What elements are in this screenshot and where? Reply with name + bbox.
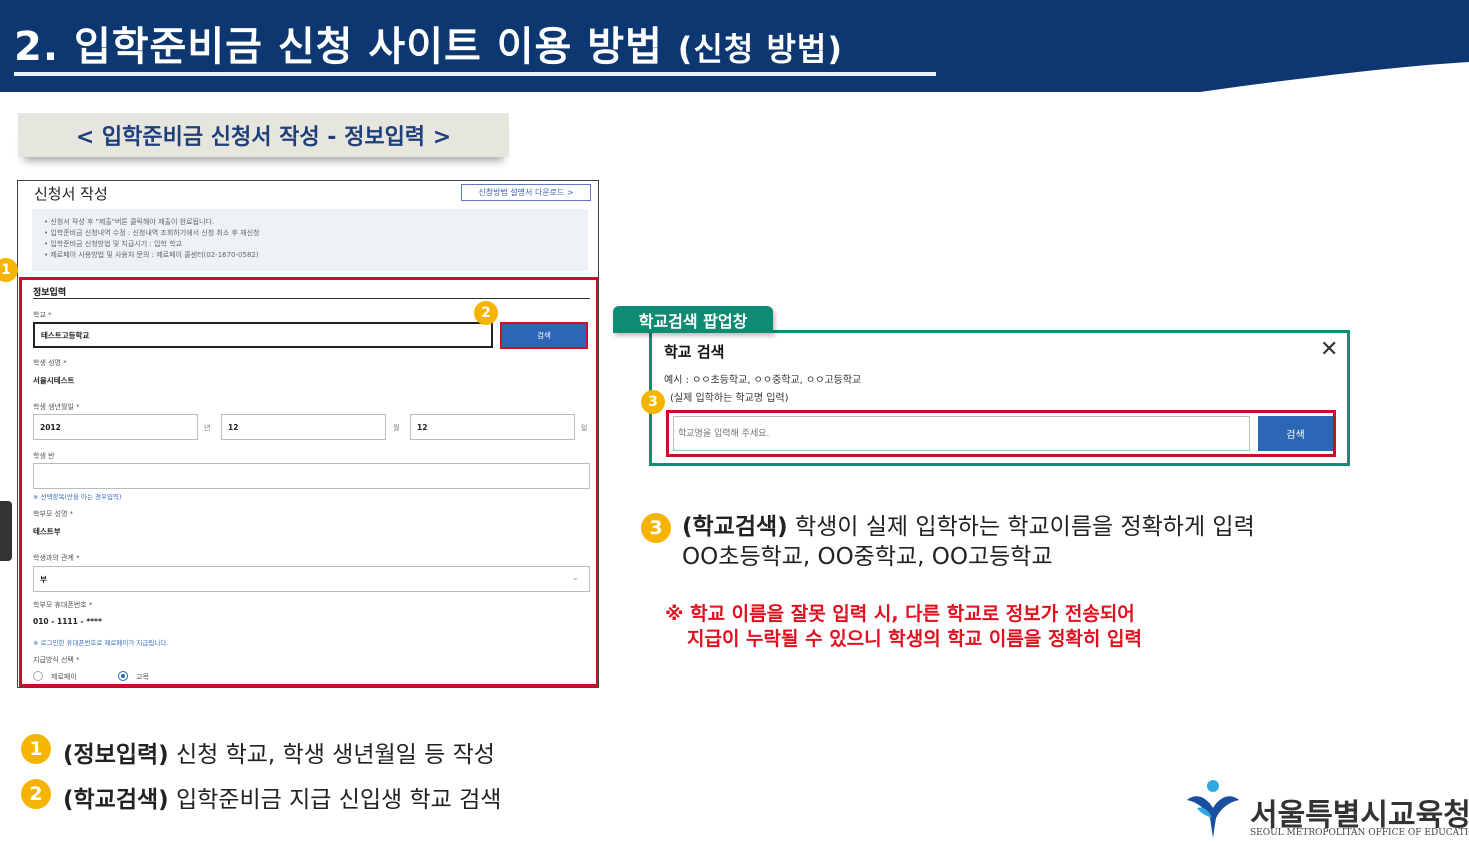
badge-3: 3 xyxy=(641,390,665,414)
notice-line: • 입학준비금 신청내역 수정 : 신청내역 조회하기에서 신청 취소 후 재신… xyxy=(44,229,260,237)
logo-subtitle: SEOUL METROPOLITAN OFFICE OF EDUCATION xyxy=(1250,828,1469,838)
seoul-education-logo-icon xyxy=(1187,780,1239,838)
explanation-3-line2: OO초등학교, OO중학교, OO고등학교 xyxy=(682,544,1053,570)
warning-line-2: 지급이 누락될 수 있으니 학생의 학교 이름을 정확히 입력 xyxy=(687,628,1142,650)
notice-box: • 신청서 작성 후 "제출"버튼 클릭해야 제출이 완료됩니다. • 입학준비… xyxy=(32,209,588,271)
badge-2-explanation: 2 xyxy=(21,779,51,809)
explanation-1: (정보입력) 신청 학교, 학생 생년월일 등 작성 xyxy=(63,735,495,769)
application-form: 신청서 작성 신청방법 설명서 다운로드 > • 신청서 작성 후 "제출"버튼… xyxy=(17,180,599,688)
warning-text: ※ 학교 이름을 잘못 입력 시, 다른 학교로 정보가 전송되어 지급이 누락… xyxy=(665,602,1142,652)
side-scroll-tab[interactable] xyxy=(0,501,12,561)
notice-line: • 신청서 작성 후 "제출"버튼 클릭해야 제출이 완료됩니다. xyxy=(44,218,215,226)
badge-1: 1 xyxy=(0,258,18,282)
school-name-input[interactable] xyxy=(673,416,1250,451)
explanation-3-bold: (학교검색) xyxy=(682,514,788,540)
close-icon[interactable]: ✕ xyxy=(1320,337,1338,362)
info-input-highlight xyxy=(19,277,598,687)
explanation-1-text: 신청 학교, 학생 생년월일 등 작성 xyxy=(168,742,495,768)
popup-input-highlight: 검색 xyxy=(666,410,1336,457)
popup-example: 예시 : ㅇㅇ초등학교, ㅇㅇ중학교, ㅇㅇ고등학교 xyxy=(664,375,862,386)
page-title-text: 2. 입학준비금 신청 사이트 이용 방법 xyxy=(14,24,663,70)
popup-search-button[interactable]: 검색 xyxy=(1258,416,1333,451)
badge-2: 2 xyxy=(474,301,498,325)
notice-line: • 입학준비금 신청방법 및 지급시기 : 입학 학교 xyxy=(44,240,182,248)
header-banner: 2. 입학준비금 신청 사이트 이용 방법 (신청 방법) xyxy=(0,0,1469,92)
explanation-3-text: 학생이 실제 입학하는 학교이름을 정확하게 입력 xyxy=(787,514,1255,540)
explanation-2: (학교검색) 입학준비금 지급 신입생 학교 검색 xyxy=(63,780,501,814)
guide-download-button[interactable]: 신청방법 설명서 다운로드 > xyxy=(461,184,591,201)
section-label: < 입학준비금 신청서 작성 - 정보입력 > xyxy=(18,113,509,157)
explanation-2-text: 입학준비금 지급 신입생 학교 검색 xyxy=(168,787,502,813)
explanation-1-bold: (정보입력) xyxy=(63,742,169,768)
form-title: 신청서 작성 xyxy=(34,185,108,203)
warning-line-1: ※ 학교 이름을 잘못 입력 시, 다른 학교로 정보가 전송되어 xyxy=(665,603,1135,625)
popup-tag-label: 학교검색 팝업창 xyxy=(613,306,773,333)
popup-title: 학교 검색 xyxy=(664,343,725,361)
badge-3-explanation: 3 xyxy=(641,513,671,543)
notice-line: • 제로페이 사용방법 및 사용처 문의 : 제로페이 콜센터(02-1670-… xyxy=(44,251,259,259)
popup-example-note: (실제 입학하는 학교명 입력) xyxy=(670,393,789,404)
header-underline xyxy=(14,72,936,76)
page-title-suffix: (신청 방법) xyxy=(677,30,843,68)
explanation-2-bold: (학교검색) xyxy=(63,787,169,813)
badge-1-explanation: 1 xyxy=(21,734,51,764)
page-title: 2. 입학준비금 신청 사이트 이용 방법 (신청 방법) xyxy=(14,14,843,72)
school-search-popup: 학교 검색 ✕ 예시 : ㅇㅇ초등학교, ㅇㅇ중학교, ㅇㅇ고등학교 (실제 입… xyxy=(649,330,1350,466)
explanation-3: (학교검색) 학생이 실제 입학하는 학교이름을 정확하게 입력 OO초등학교,… xyxy=(682,512,1255,572)
